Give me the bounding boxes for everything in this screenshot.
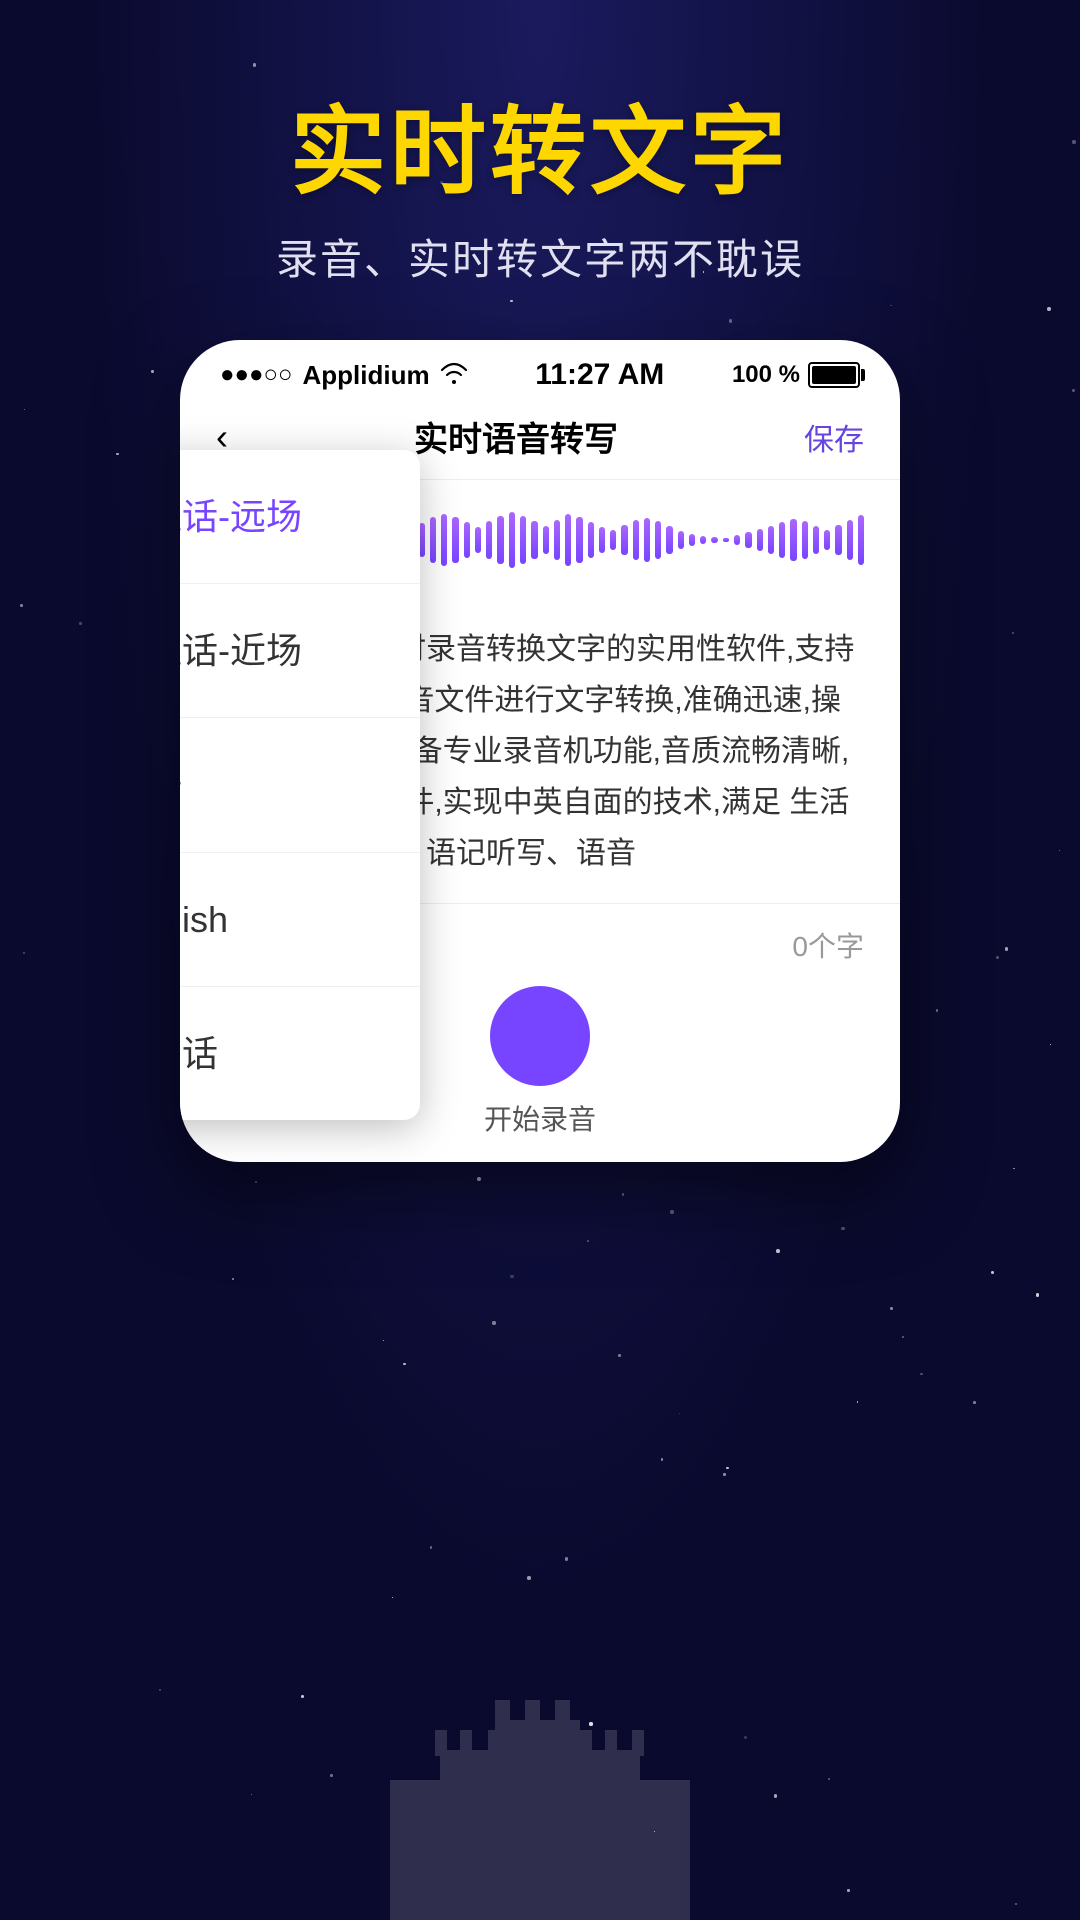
lang-item-putonghua-near[interactable]: 普通话-近场 (180, 584, 420, 718)
wave-bar (486, 521, 492, 559)
start-recording-label: 开始录音 (484, 1086, 596, 1162)
wave-bar (779, 522, 785, 558)
wave-bar (554, 520, 560, 560)
wave-bar (621, 525, 627, 555)
wave-bar (711, 537, 717, 543)
wave-bar (576, 517, 582, 563)
hero-subtitle: 录音、实时转文字两不耽误 (0, 226, 1080, 287)
wave-bar (689, 534, 695, 546)
signal-icon: ●●●○○ (220, 361, 292, 389)
wave-bar (723, 538, 729, 542)
wave-bar (509, 512, 515, 568)
wave-bar (666, 526, 672, 554)
phone-mockup: ●●●○○ Applidium 11:27 AM 100 % (180, 340, 900, 1162)
wave-bar (565, 514, 571, 566)
wifi-icon (440, 360, 468, 391)
wave-bar (655, 521, 661, 559)
battery-fill (812, 366, 856, 384)
record-button[interactable] (490, 986, 590, 1086)
lang-item-putonghua-far[interactable]: 普通话-远场 (180, 450, 420, 584)
wave-bar (599, 527, 605, 553)
wave-bar (824, 530, 830, 550)
wave-bar (734, 535, 740, 545)
save-button[interactable]: 保存 (804, 415, 864, 459)
battery-percent: 100 % (732, 361, 800, 389)
wave-bar (588, 522, 594, 558)
wave-bar (835, 525, 841, 555)
lang-item-sichuan[interactable]: 四川话 (180, 987, 420, 1120)
wave-bar (543, 526, 549, 554)
nav-title: 实时语音转写 (414, 412, 618, 461)
wave-bar (464, 522, 470, 558)
content-area: 是一款支持实时录音转换文字的实用性软件,支持边录音一边转 音文件进行文字转换,准… (180, 600, 900, 903)
wave-bar (430, 517, 436, 563)
hero-title: 实时转文字 (0, 100, 1080, 206)
wave-bar (633, 520, 639, 560)
wave-bar (678, 531, 684, 549)
word-count: 0个字 (792, 925, 864, 965)
lang-item-english[interactable]: English (180, 853, 420, 987)
status-bar: ●●●○○ Applidium 11:27 AM 100 % (180, 340, 900, 402)
wave-bar (441, 514, 447, 566)
wave-bar (644, 518, 650, 562)
wave-bar (700, 536, 706, 544)
status-left: ●●●○○ Applidium (220, 360, 468, 391)
wave-bar (610, 530, 616, 550)
wave-bar (802, 521, 808, 559)
wave-bar (813, 526, 819, 554)
magnifier-overlay: 录音转 文字 普通话-远场普通话-近场粤语English四川话 (180, 720, 480, 1100)
wave-bar (858, 515, 864, 565)
wave-bar (745, 532, 751, 548)
wave-bar (497, 516, 503, 564)
castle-decoration (340, 1620, 740, 1920)
wave-bar (790, 519, 796, 561)
wave-bar (757, 529, 763, 551)
battery-icon (808, 362, 860, 388)
hero-section: 实时转文字 录音、实时转文字两不耽误 (0, 0, 1080, 327)
lang-item-cantonese[interactable]: 粤语 (180, 718, 420, 852)
wave-bar (452, 517, 458, 563)
carrier-label: Applidium (302, 360, 429, 391)
status-time: 11:27 AM (535, 358, 664, 392)
wave-bar (847, 520, 853, 560)
phone-mockup-wrapper: ●●●○○ Applidium 11:27 AM 100 % (180, 340, 900, 1162)
status-right: 100 % (732, 361, 860, 389)
wave-bar (520, 516, 526, 564)
wave-bar (475, 527, 481, 553)
wave-bar (531, 521, 537, 559)
wave-bar (768, 526, 774, 554)
language-dropdown: 普通话-远场普通话-近场粤语English四川话 (180, 450, 420, 1120)
